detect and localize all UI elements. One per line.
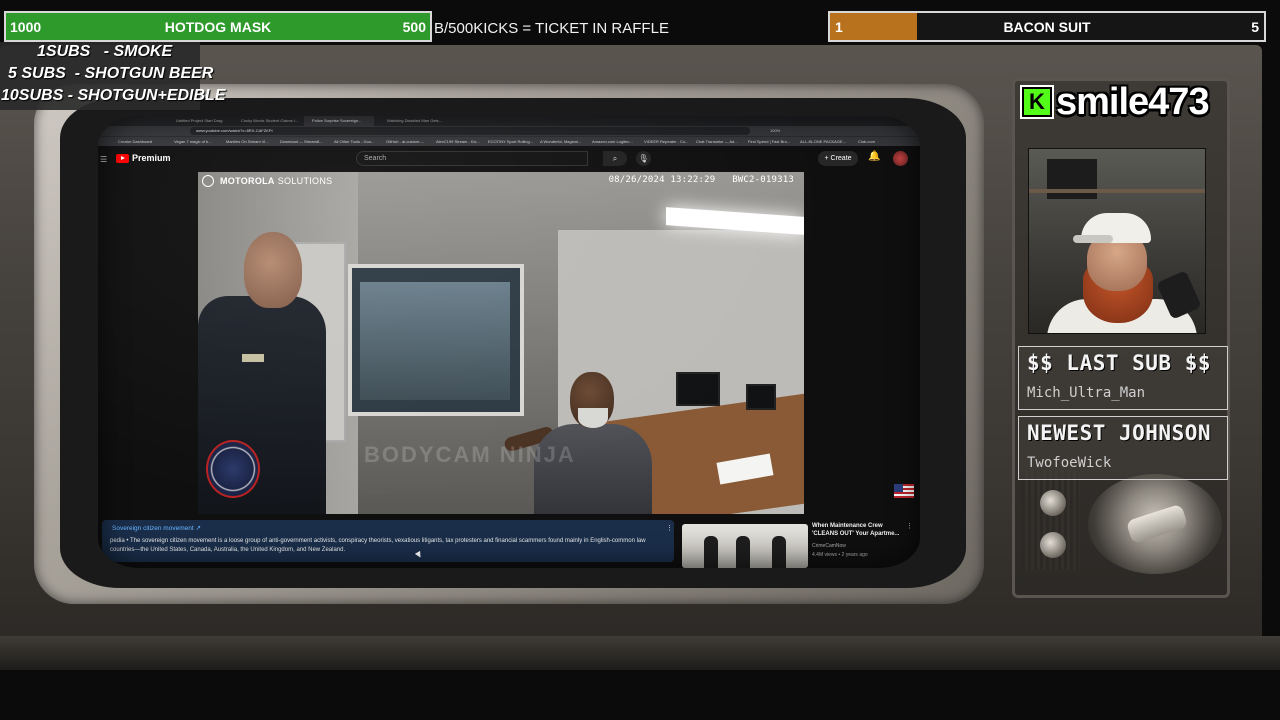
youtube-header: ☰ Premium Search ⌕ 🎙 + Create 🔔 [98,146,920,172]
bookmarks-bar: Creator Dashboard Vegan 7 magic of b... … [98,136,920,146]
us-flag-icon [894,484,914,498]
bodycam-camera-id: BWC2-019313 [732,175,794,185]
notifications-bell-icon[interactable]: 🔔 [868,151,880,162]
bodycam-brand: MOTOROLA SOLUTIONS [202,175,332,187]
bodycam-brand-name: MOTOROLA [220,176,275,186]
bodycam-datetime: 08/26/2024 13:22:29 [608,175,716,185]
microphone-icon[interactable]: 🎙 [636,151,651,166]
last-sub-name: Mich_Ultra_Man [1027,385,1146,401]
goal-label: BACON SUIT [1003,18,1091,35]
recommended-video-views: 4.4M views • 2 years ago [812,552,868,558]
raffle-ticker: B/500KICKS = TICKET IN RAFFLE [434,20,669,37]
youtube-logo-word: Premium [132,153,171,163]
sub-reward-line: 1SUBS - SMOKE [37,43,173,60]
search-icon[interactable]: ⌕ [603,151,627,166]
bodycam-timestamp: 08/26/2024 13:22:29 BWC2-019313 [609,175,794,185]
bodycam-ninja-logo [206,440,260,498]
browser-tab[interactable]: Cocky Illinois Student Claims I... [233,116,299,126]
menu-icon[interactable]: ☰ [100,155,107,164]
sub-reward-line: 10SUBS - SHOTGUN+EDIBLE [1,87,226,104]
video-scene-monitor [676,372,720,406]
recommended-video-title[interactable]: When Maintenance Crew 'CLEANS OUT' Your … [812,522,906,538]
avatar[interactable] [893,151,908,166]
youtube-logo[interactable]: Premium [116,153,171,163]
search-input[interactable]: Search [356,151,588,166]
tv-screen: Untitled Project Start Drag Cocky Illino… [98,116,920,568]
newest-follower-name: TwofoeWick [1027,455,1112,471]
more-options-icon[interactable]: ⋮ [906,522,913,530]
tv-small-knob [1040,532,1066,558]
webcam-feed [1028,148,1206,334]
recommended-video-thumbnail[interactable] [682,524,808,568]
more-options-icon[interactable]: ⋮ [666,524,673,532]
newest-follower-panel: NEWEST JOHNSON TwofoeWick [1018,416,1228,480]
bodycam-brand-suffix: SOLUTIONS [277,176,333,186]
url-field[interactable]: www.youtube.com/watch?v=8RX-CAFZKPI [190,127,750,135]
create-button[interactable]: + Create [818,151,858,166]
youtube-play-icon [116,153,129,163]
tv-small-knob [1040,490,1066,516]
info-panel-title[interactable]: Sovereign citizen movement ↗ [112,524,201,532]
kick-logo-icon: K [1020,85,1054,119]
browser-tab-active[interactable]: Police Surprise Sovereign... [304,116,374,126]
motorola-logo-icon [202,175,214,187]
browser-address-bar: www.youtube.com/watch?v=8RX-CAFZKPI 100% [98,126,920,136]
streamer-name: smile473 [1056,80,1210,123]
video-watermark: BODYCAM NINJA [364,442,576,467]
goal-target-value: 5 [1251,18,1259,35]
last-sub-panel: $$ LAST SUB $$ Mich_Ultra_Man [1018,346,1228,410]
tv-cabinet-base [0,636,1280,670]
video-player[interactable]: BODYCAM NINJA MOTOROLA SOLUTIONS 08/26/2… [198,172,804,514]
recommended-video-channel[interactable]: CrimeCamNow [812,543,846,549]
bacon-suit-goal-bar: 1 BACON SUIT 5 [828,11,1266,42]
video-scene-window [348,264,524,416]
info-panel[interactable]: Sovereign citizen movement ↗ pedia • The… [102,520,674,562]
create-label: Create [830,155,852,162]
newest-follower-title: NEWEST JOHNSON [1027,421,1212,445]
video-scene-monitor [746,384,776,410]
streamer-name-banner: K smile473 [1020,80,1210,124]
hotdog-mask-goal-bar: 1000 HOTDOG MASK 500 [4,11,432,42]
browser-tab-strip: Untitled Project Start Drag Cocky Illino… [98,116,920,126]
browser-tab[interactable]: Watching Disabled Man Gets... [379,116,449,126]
info-panel-text: pedia • The sovereign citizen movement i… [110,538,646,553]
browser-tab[interactable]: Untitled Project Start Drag [168,116,228,126]
goal-target-value: 500 [402,18,426,35]
tv-channel-knob [1088,474,1222,574]
zoom-indicator[interactable]: 100% [770,127,780,135]
sub-reward-line: 5 SUBS - SHOTGUN BEER [8,65,214,82]
goal-label: HOTDOG MASK [164,18,272,35]
last-sub-title: $$ LAST SUB $$ [1027,351,1212,375]
